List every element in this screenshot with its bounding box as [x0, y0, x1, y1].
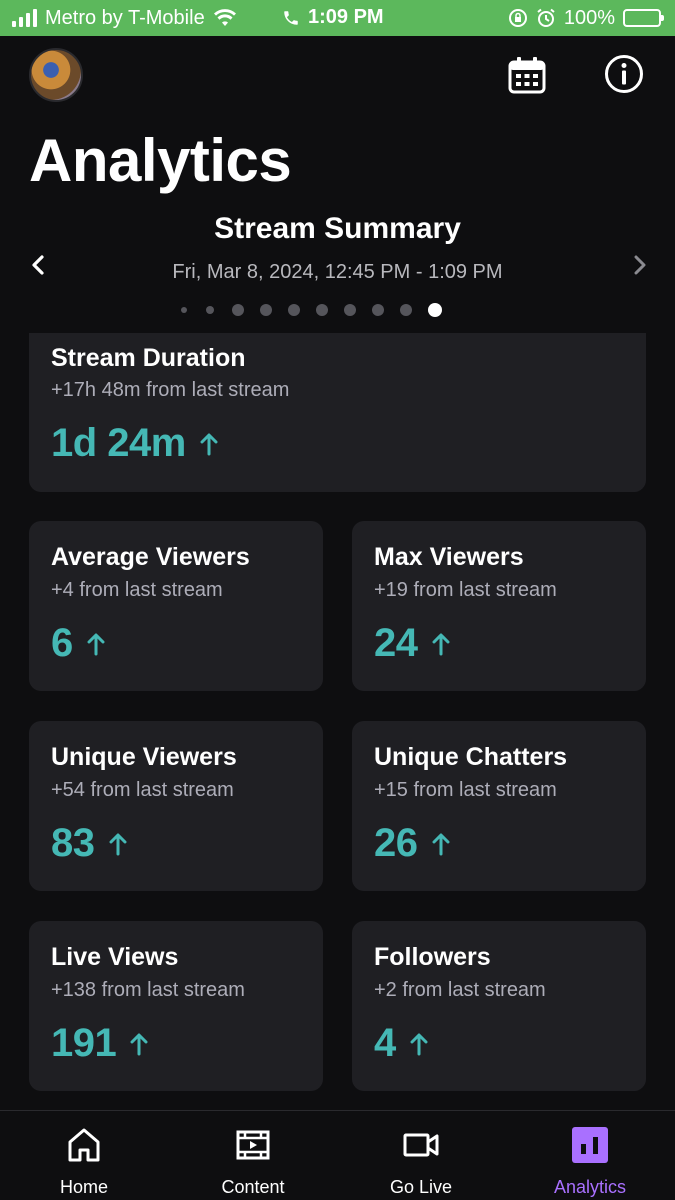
summary-date-range: Fri, Mar 8, 2024, 12:45 PM - 1:09 PM [172, 261, 503, 283]
pagination-dots [181, 302, 457, 318]
card-value: 26 [374, 821, 418, 865]
pagination-dot[interactable] [206, 306, 214, 314]
signal-icon [12, 9, 37, 27]
battery-icon [623, 9, 664, 27]
card-title: Unique Viewers [51, 743, 237, 771]
pagination-dot[interactable] [344, 304, 356, 316]
card-subtitle: +15 from last stream [374, 779, 557, 801]
card-value: 1d 24m [51, 421, 186, 465]
alarm-icon [537, 8, 555, 27]
wifi-icon [213, 9, 236, 26]
card-subtitle: +2 from last stream [374, 979, 546, 1001]
card-subtitle: +4 from last stream [51, 579, 223, 601]
phone-icon [284, 10, 298, 25]
card-unique-chatters: Unique Chatters +15 from last stream 26 [352, 721, 646, 891]
status-bar: Metro by T-Mobile 1:09 PM 100% [0, 0, 675, 36]
pagination-dot[interactable] [181, 307, 187, 313]
card-value: 24 [374, 621, 418, 665]
summary-title: Stream Summary [214, 212, 461, 245]
arrow-up-icon [200, 433, 218, 455]
pagination-dot[interactable] [288, 304, 300, 316]
card-subtitle: +17h 48m from last stream [51, 379, 290, 401]
battery-percent: 100% [563, 6, 615, 29]
page-title: Analytics [29, 127, 292, 194]
nav-analytics[interactable]: Analytics [510, 1111, 670, 1200]
card-max-viewers: Max Viewers +19 from last stream 24 [352, 521, 646, 691]
card-title: Stream Duration [51, 344, 246, 372]
card-value: 83 [51, 821, 95, 865]
arrow-up-icon [87, 633, 105, 655]
pagination-dot[interactable] [316, 304, 328, 316]
pagination-dot[interactable] [260, 304, 272, 316]
clock-time: 1:09 PM [308, 6, 384, 28]
nav-analytics-label: Analytics [553, 1177, 627, 1197]
nav-content-label: Content [221, 1177, 285, 1197]
card-title: Followers [374, 943, 491, 971]
arrow-up-icon [109, 833, 126, 855]
card-value: 191 [51, 1021, 117, 1065]
card-title: Max Viewers [374, 543, 524, 571]
pagination-dot[interactable] [372, 304, 384, 316]
card-average-viewers: Average Viewers +4 from last stream 6 [29, 521, 323, 691]
info-icon[interactable] [604, 54, 644, 94]
carrier-label: Metro by T-Mobile [45, 6, 205, 29]
card-title: Unique Chatters [374, 743, 568, 771]
nav-go-live[interactable]: Go Live [341, 1111, 501, 1200]
calendar-icon[interactable] [508, 56, 546, 94]
home-icon [68, 1128, 100, 1162]
card-title: Average Viewers [51, 543, 250, 571]
card-subtitle: +138 from last stream [51, 979, 245, 1001]
card-subtitle: +19 from last stream [374, 579, 557, 601]
video-camera-icon [403, 1133, 439, 1157]
nav-home-label: Home [59, 1177, 108, 1197]
nav-go-live-label: Go Live [389, 1177, 453, 1197]
card-live-views: Live Views +138 from last stream 191 [29, 921, 323, 1091]
card-followers: Followers +2 from last stream 4 [352, 921, 646, 1091]
rotation-lock-icon [508, 9, 527, 27]
card-value: 6 [51, 621, 73, 665]
pagination-dot[interactable] [232, 304, 244, 316]
nav-home[interactable]: Home [4, 1111, 164, 1200]
card-title: Live Views [51, 943, 179, 971]
arrow-up-icon [130, 1033, 148, 1055]
pagination-dot[interactable] [428, 303, 442, 317]
arrow-up-icon [432, 633, 449, 655]
card-stream-duration: Stream Duration +17h 48m from last strea… [29, 333, 646, 492]
analytics-icon [572, 1127, 608, 1163]
arrow-up-icon [410, 1033, 428, 1055]
chevron-right-icon[interactable] [626, 250, 654, 280]
pagination-dot[interactable] [400, 304, 412, 316]
content-icon [236, 1130, 270, 1160]
nav-content[interactable]: Content [173, 1111, 333, 1200]
bottom-nav: Home Content Go Live Analytics [0, 1110, 675, 1200]
card-unique-viewers: Unique Viewers +54 from last stream 83 [29, 721, 323, 891]
avatar[interactable] [29, 48, 83, 102]
arrow-up-icon [432, 833, 449, 855]
card-value: 4 [374, 1021, 396, 1065]
card-subtitle: +54 from last stream [51, 779, 234, 801]
